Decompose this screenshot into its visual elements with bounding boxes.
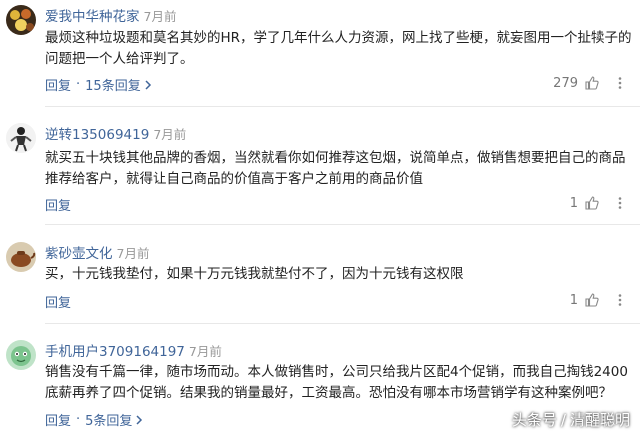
divider bbox=[45, 224, 640, 225]
watermark-author: 清醒聪明 bbox=[569, 411, 630, 429]
comment-right-actions: 279 bbox=[553, 75, 628, 91]
comment-right-actions: 1 bbox=[570, 292, 628, 308]
username-link[interactable]: 紫砂壶文化 bbox=[45, 242, 113, 262]
mascot-avatar[interactable] bbox=[6, 340, 36, 370]
reply-button[interactable]: 回复 bbox=[45, 75, 71, 94]
watermark-brand: 头条号 bbox=[511, 411, 557, 429]
figure-avatar[interactable] bbox=[6, 123, 36, 153]
comment-actions: 回复 bbox=[45, 292, 71, 311]
replies-count-link[interactable]: 15条回复 bbox=[85, 75, 141, 94]
like-count: 1 bbox=[569, 292, 578, 308]
comment-item: 逆转135069419 7月前 就买五十块钱其他品牌的香烟，当然就看你如何推荐这… bbox=[0, 118, 640, 228]
comment-time: 7月前 bbox=[116, 246, 150, 261]
like-count: 1 bbox=[569, 195, 578, 211]
comment-header: 逆转135069419 7月前 bbox=[45, 123, 186, 143]
comment-time: 7月前 bbox=[143, 9, 177, 24]
comment-text: 就买五十块钱其他品牌的香烟，当然就看你如何推荐这包烟，说简单点，做销售想要把自己… bbox=[45, 150, 626, 187]
username-link[interactable]: 手机用户3709164197 bbox=[45, 340, 185, 360]
reply-button[interactable]: 回复 bbox=[45, 292, 71, 311]
comment-text: 销售没有千篇一律，随市场而动。本人做销售时，公司只给我片区配4个促销，而我自己掏… bbox=[45, 364, 628, 401]
replies-count-link[interactable]: 5条回复 bbox=[85, 410, 132, 429]
comment-header: 爱我中华种花家 7月前 bbox=[45, 5, 176, 25]
flowers-avatar[interactable] bbox=[6, 5, 36, 35]
comment-actions: 回复 · 5条回复 bbox=[45, 410, 143, 429]
separator-dot: · bbox=[76, 77, 81, 92]
more-options-icon[interactable] bbox=[612, 75, 628, 91]
more-options-icon[interactable] bbox=[612, 292, 628, 308]
comment-header: 紫砂壶文化 7月前 bbox=[45, 242, 149, 262]
thumbs-up-icon[interactable] bbox=[584, 75, 600, 91]
comment-header: 手机用户3709164197 7月前 bbox=[45, 340, 222, 360]
more-options-icon[interactable] bbox=[612, 195, 628, 211]
thumbs-up-icon[interactable] bbox=[584, 292, 600, 308]
reply-button[interactable]: 回复 bbox=[45, 195, 71, 214]
username-link[interactable]: 爱我中华种花家 bbox=[45, 5, 140, 25]
comment-right-actions: 1 bbox=[570, 195, 628, 211]
username-link[interactable]: 逆转135069419 bbox=[45, 123, 149, 143]
divider bbox=[45, 106, 640, 107]
chevron-right-icon[interactable] bbox=[144, 79, 152, 90]
comment-time: 7月前 bbox=[188, 344, 222, 359]
comment-actions: 回复 · 15条回复 bbox=[45, 75, 152, 94]
comment-text: 最烦这种垃圾题和莫名其妙的HR，学了几年什么人力资源，网上找了些梗，就妄图用一个… bbox=[45, 30, 632, 67]
comment-item: 爱我中华种花家 7月前 最烦这种垃圾题和莫名其妙的HR，学了几年什么人力资源，网… bbox=[0, 0, 640, 108]
comment-text: 买，十元钱我垫付，如果十万元钱我就垫付不了，因为十元钱有这权限 bbox=[45, 266, 464, 282]
comment-time: 7月前 bbox=[153, 127, 187, 142]
watermark-separator: / bbox=[560, 410, 566, 429]
watermark: 头条号 / 清醒聪明 bbox=[512, 409, 630, 430]
divider bbox=[45, 323, 640, 324]
reply-button[interactable]: 回复 bbox=[45, 410, 71, 429]
comment-item: 紫砂壶文化 7月前 买，十元钱我垫付，如果十万元钱我就垫付不了，因为十元钱有这权… bbox=[0, 238, 640, 324]
thumbs-up-icon[interactable] bbox=[584, 195, 600, 211]
like-count: 279 bbox=[553, 75, 578, 91]
chevron-right-icon[interactable] bbox=[135, 414, 143, 425]
comment-actions: 回复 bbox=[45, 195, 71, 214]
separator-dot: · bbox=[76, 412, 81, 427]
teapot-avatar[interactable] bbox=[6, 242, 36, 272]
